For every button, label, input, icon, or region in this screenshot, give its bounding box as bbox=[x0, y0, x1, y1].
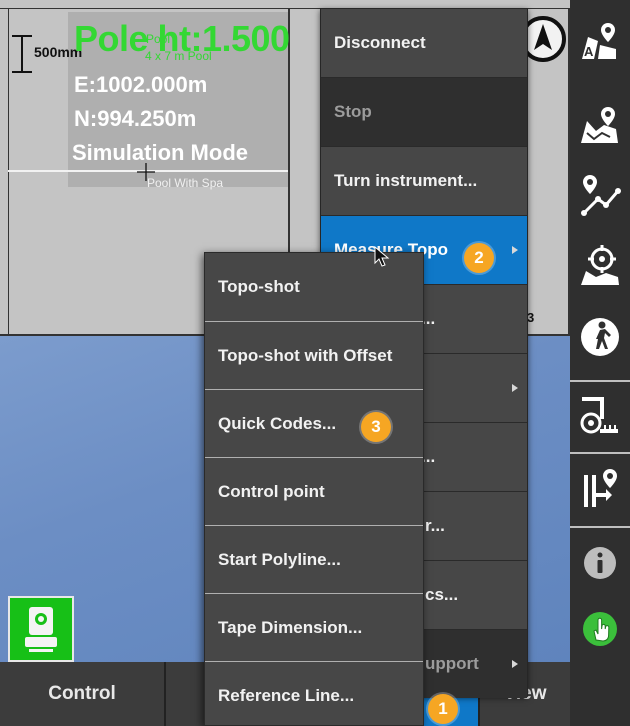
toolbar-separator bbox=[570, 452, 630, 454]
northing-readout: N:994.250m bbox=[74, 106, 197, 131]
measure-topo-submenu: Topo-shot Topo-shot with Offset Quick Co… bbox=[204, 252, 424, 726]
right-toolbar: A bbox=[570, 0, 630, 726]
polyline-icon[interactable] bbox=[570, 164, 630, 226]
toolbar-separator bbox=[570, 526, 630, 528]
control-button[interactable]: Control bbox=[0, 662, 164, 726]
bottom-divider bbox=[164, 662, 166, 726]
target-stakeout-icon[interactable] bbox=[570, 234, 630, 296]
menu-item-disconnect[interactable]: Disconnect bbox=[321, 9, 527, 77]
step-badge-3: 3 bbox=[361, 412, 391, 442]
crosshair-icon bbox=[137, 163, 155, 181]
submenu-arrow-icon bbox=[512, 660, 518, 668]
simulation-mode-label: Simulation Mode bbox=[72, 140, 248, 165]
submenu-item-topo-shot-offset[interactable]: Topo-shot with Offset bbox=[205, 322, 423, 390]
offset-point-icon[interactable] bbox=[570, 456, 630, 518]
pool-with-spa-label: Pool With Spa bbox=[147, 176, 224, 190]
menu-item-support-label: upport bbox=[425, 654, 479, 673]
menu-item-stop[interactable]: Stop bbox=[321, 78, 527, 146]
submenu-item-topo-shot[interactable]: Topo-shot bbox=[205, 253, 423, 321]
pole-height-readout: Pole ht:1.500 bbox=[74, 18, 290, 59]
mouse-cursor-icon bbox=[374, 246, 390, 267]
map-area-icon[interactable] bbox=[570, 94, 630, 156]
submenu-item-control-point[interactable]: Control point bbox=[205, 458, 423, 526]
info-icon[interactable] bbox=[570, 532, 630, 594]
submenu-arrow-icon bbox=[512, 384, 518, 392]
submenu-item-reference-line[interactable]: Reference Line... bbox=[205, 662, 423, 726]
map-fragment-label: 3 bbox=[527, 310, 535, 325]
instrument-status-icon[interactable] bbox=[8, 596, 74, 662]
map-points-icon[interactable]: A bbox=[570, 10, 630, 72]
walk-icon[interactable] bbox=[570, 306, 630, 368]
tape-measure-icon[interactable] bbox=[570, 384, 630, 446]
toolbar-separator bbox=[570, 380, 630, 382]
step-badge-1: 1 bbox=[428, 694, 458, 724]
easting-readout: E:1002.000m bbox=[74, 72, 208, 97]
submenu-item-start-polyline[interactable]: Start Polyline... bbox=[205, 526, 423, 594]
menu-item-turn-instrument[interactable]: Turn instrument... bbox=[321, 147, 527, 215]
submenu-item-tape-dimension[interactable]: Tape Dimension... bbox=[205, 594, 423, 662]
submenu-arrow-icon bbox=[512, 246, 518, 254]
hand-touch-icon[interactable] bbox=[570, 598, 630, 660]
step-badge-2: 2 bbox=[464, 243, 494, 273]
svg-text:A: A bbox=[584, 44, 594, 59]
